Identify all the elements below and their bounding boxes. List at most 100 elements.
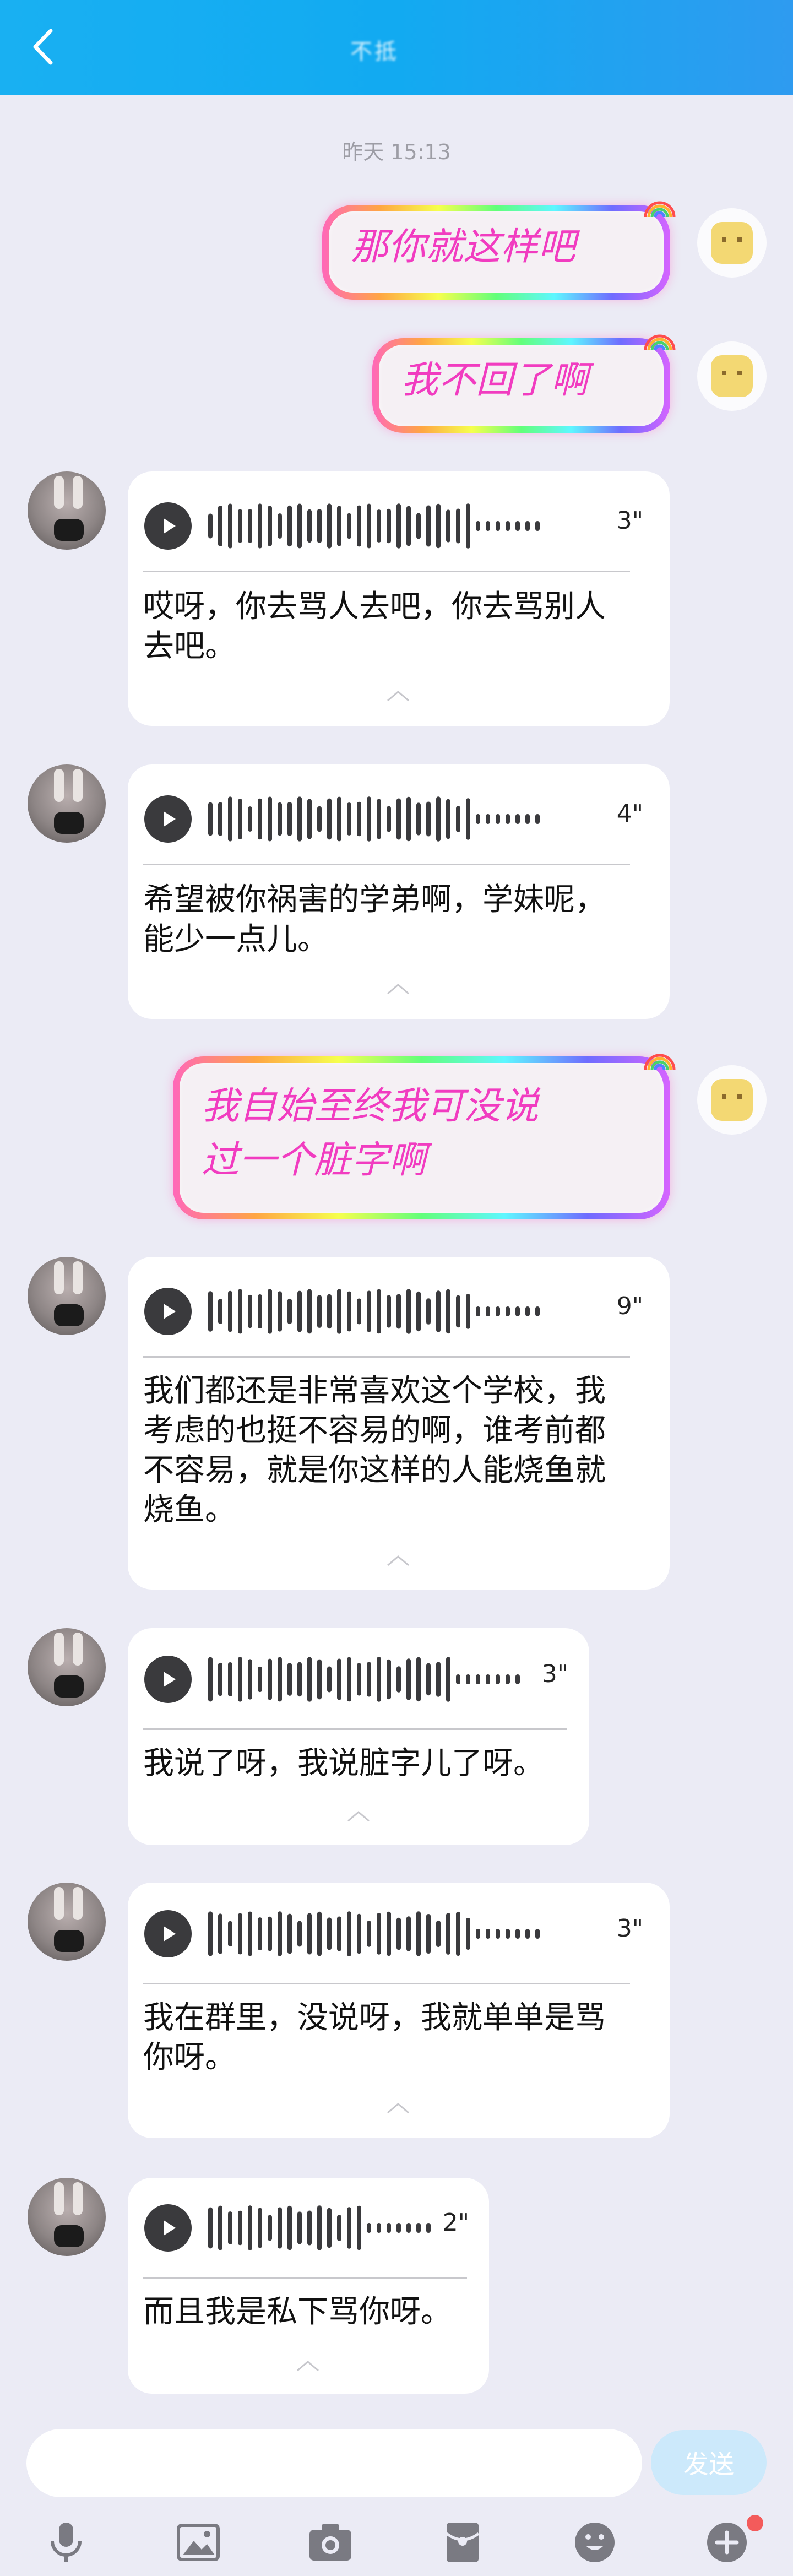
- voice-message[interactable]: 2" 而且我是私下骂你呀。: [128, 2178, 489, 2394]
- waveform-bar: [426, 1298, 431, 1325]
- contact-avatar[interactable]: [28, 471, 106, 550]
- waveform-bar: [406, 1658, 411, 1700]
- play-button[interactable]: [144, 2204, 192, 2252]
- notification-dot: [747, 2515, 763, 2531]
- waveform-bar: [535, 814, 540, 825]
- voice-message[interactable]: 3" 哎呀，你去骂人去吧，你去骂别人 去吧。: [128, 471, 670, 726]
- send-button[interactable]: 发送: [651, 2430, 767, 2495]
- waveform-bar: [238, 1913, 242, 1955]
- waveform-bar: [337, 506, 341, 546]
- waveform-bar: [347, 802, 351, 836]
- collapse-chevron-icon[interactable]: [385, 983, 411, 996]
- contact-avatar[interactable]: [28, 2178, 106, 2256]
- mic-icon: [51, 2523, 82, 2562]
- waveform-bar: [278, 2207, 282, 2249]
- waveform-bar: [436, 1920, 441, 1948]
- waveform-bar: [496, 520, 500, 532]
- play-button[interactable]: [144, 1288, 192, 1335]
- waveform-bar: [297, 796, 302, 842]
- image-button[interactable]: [172, 2516, 225, 2569]
- contact-avatar[interactable]: [28, 1628, 106, 1706]
- message-input[interactable]: [26, 2429, 642, 2497]
- waveform-bar: [248, 1659, 252, 1700]
- waveform-bar: [486, 1306, 490, 1317]
- my-avatar[interactable]: [697, 208, 767, 278]
- play-button[interactable]: [144, 1656, 192, 1703]
- voice-duration: 9": [616, 1292, 643, 1320]
- waveform-bar: [327, 503, 332, 549]
- waveform-bar: [287, 2205, 292, 2250]
- waveform-bar: [297, 2211, 302, 2244]
- contact-avatar[interactable]: [28, 1257, 106, 1335]
- waveform-bar: [218, 1913, 222, 1954]
- play-button[interactable]: [144, 1910, 192, 1957]
- waveform-bar: [218, 1299, 222, 1324]
- voice-message[interactable]: 3" 我在群里，没说呀，我就单单是骂 你呀。: [128, 1883, 670, 2138]
- waveform-bar: [297, 503, 302, 549]
- red-packet-icon: [446, 2523, 480, 2562]
- waveform-bar: [515, 1674, 520, 1685]
- waveform-bar: [258, 1666, 262, 1693]
- collapse-chevron-icon[interactable]: [385, 2102, 411, 2115]
- waveform-bar: [456, 1911, 460, 1956]
- waveform-bar: [297, 1921, 302, 1947]
- waveform-bar: [416, 513, 421, 539]
- my-avatar[interactable]: [697, 1065, 767, 1135]
- play-button[interactable]: [144, 795, 192, 843]
- collapse-chevron-icon[interactable]: [346, 1810, 371, 1823]
- waveform-bar: [287, 1298, 292, 1325]
- waveform-bar: [317, 1659, 322, 1700]
- smiley-avatar-icon: [711, 355, 753, 397]
- voice-message[interactable]: 9" 我们都还是非常喜欢这个学校，我 考虑的也挺不容易的啊，谁考前都 不容易，就是…: [128, 1257, 670, 1590]
- collapse-chevron-icon[interactable]: [385, 1554, 411, 1568]
- waveform-bar: [347, 513, 351, 539]
- waveform-bar: [506, 1674, 510, 1685]
- waveform-bar: [327, 1666, 332, 1693]
- waveform-bar: [218, 2205, 222, 2250]
- voice-message[interactable]: 3" 我说了呀，我说脏字儿了呀。: [128, 1628, 589, 1845]
- waveform-bar: [476, 1306, 480, 1317]
- waveform-bar: [367, 1921, 371, 1947]
- waveform-bar: [327, 2208, 332, 2248]
- waveform-bar: [367, 2222, 371, 2233]
- waveform-bar: [406, 796, 411, 842]
- my-avatar[interactable]: [697, 341, 767, 411]
- contact-avatar[interactable]: [28, 764, 106, 843]
- waveform-bar: [367, 503, 371, 549]
- waveform-bar: [347, 1657, 351, 1702]
- waveform-bar: [208, 2207, 213, 2249]
- waveform-bar: [466, 1674, 470, 1685]
- voice-waveform: [208, 503, 540, 549]
- outgoing-sticker-message[interactable]: 我不回了啊: [372, 338, 670, 433]
- contact-avatar[interactable]: [28, 1883, 106, 1961]
- waveform-bar: [307, 799, 312, 839]
- waveform-bar: [208, 802, 213, 836]
- waveform-bar: [287, 505, 292, 547]
- emoji-button[interactable]: [568, 2516, 621, 2569]
- waveform-bar: [268, 1289, 272, 1334]
- outgoing-sticker-message[interactable]: 我自始至终我可没说 过一个脏字啊: [173, 1056, 670, 1219]
- waveform-bar: [416, 2222, 421, 2233]
- voice-waveform: [208, 1911, 540, 1956]
- waveform-bar: [228, 2211, 232, 2244]
- voice-message[interactable]: 4" 希望被你祸害的学弟啊，学妹呢， 能少一点儿。: [128, 764, 670, 1019]
- waveform-bar: [436, 796, 441, 842]
- waveform-bar: [426, 1914, 431, 1954]
- collapse-chevron-icon[interactable]: [385, 690, 411, 703]
- waveform-bar: [416, 802, 421, 836]
- back-button[interactable]: [26, 25, 59, 69]
- collapse-chevron-icon[interactable]: [295, 2360, 321, 2373]
- waveform-bar: [268, 2215, 272, 2241]
- play-button[interactable]: [144, 502, 192, 550]
- mic-button[interactable]: [40, 2516, 93, 2569]
- camera-button[interactable]: [304, 2516, 357, 2569]
- outgoing-sticker-message[interactable]: 那你就这样吧: [322, 205, 670, 300]
- divider: [143, 1983, 630, 1984]
- waveform-bar: [307, 2210, 312, 2246]
- red-packet-button[interactable]: [436, 2516, 489, 2569]
- waveform-bar: [287, 1663, 292, 1696]
- waveform-bar: [486, 1674, 490, 1685]
- waveform-bar: [238, 1289, 242, 1334]
- plus-button[interactable]: [700, 2516, 753, 2569]
- waveform-bar: [506, 814, 510, 825]
